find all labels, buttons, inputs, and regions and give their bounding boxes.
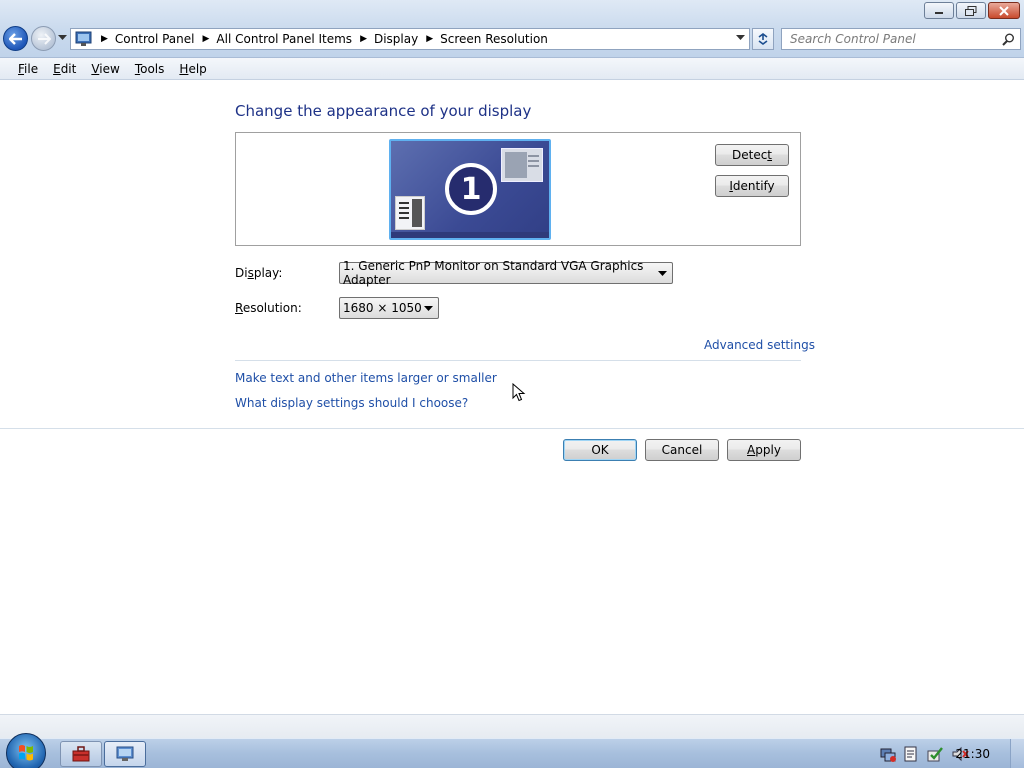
menu-view[interactable]: View: [91, 62, 119, 76]
clock[interactable]: 21:30: [955, 747, 990, 761]
chevron-right-icon: ▶: [101, 34, 108, 44]
breadcrumb-display[interactable]: ▶ Display: [352, 32, 418, 46]
menu-edit[interactable]: Edit: [53, 62, 76, 76]
menu-help[interactable]: Help: [179, 62, 206, 76]
search-box[interactable]: [781, 28, 1021, 50]
ok-button[interactable]: OK: [563, 439, 637, 461]
navigation-row: ▶ Control Panel ▶ All Control Panel Item…: [0, 24, 1024, 54]
menu-bar: File Edit View Tools Help: [0, 58, 1024, 80]
chevron-right-icon: ▶: [426, 34, 434, 44]
minimize-icon: [935, 11, 943, 14]
resolution-dropdown[interactable]: 1680 × 1050: [339, 297, 439, 319]
breadcrumb-screen-resolution[interactable]: ▶ Screen Resolution: [418, 32, 548, 46]
control-panel-icon: [75, 31, 92, 46]
display-settings-icon: [116, 746, 134, 761]
window-thumbnail-icon: [501, 148, 543, 182]
toolbox-icon: [72, 746, 90, 762]
taskbar-app-toolbox[interactable]: [60, 741, 102, 767]
window-controls: [924, 2, 1020, 19]
advanced-settings-link[interactable]: Advanced settings: [704, 338, 815, 352]
chevron-down-icon[interactable]: [736, 35, 745, 41]
minimize-button[interactable]: [924, 2, 954, 19]
show-desktop-button[interactable]: [1010, 739, 1024, 768]
chevron-right-icon: ▶: [202, 34, 210, 44]
breadcrumb-all-items[interactable]: ▶ All Control Panel Items: [195, 32, 353, 46]
cancel-button[interactable]: Cancel: [645, 439, 719, 461]
detect-button[interactable]: Detec t: [715, 144, 789, 166]
network-icon[interactable]: [880, 746, 896, 762]
document-icon[interactable]: [904, 746, 918, 762]
main-content: Change the appearance of your display 1 …: [0, 81, 1024, 714]
restore-button[interactable]: [956, 2, 986, 19]
search-input[interactable]: [790, 32, 1000, 46]
search-icon[interactable]: [1002, 33, 1015, 46]
chevron-down-icon: [424, 306, 433, 311]
start-button[interactable]: [6, 733, 46, 768]
identify-button[interactable]: Identify: [715, 175, 789, 197]
arrow-right-icon: [37, 32, 51, 45]
back-button[interactable]: [3, 26, 28, 51]
chevron-right-icon: ▶: [360, 34, 367, 44]
document-thumbnail-icon: [395, 196, 425, 230]
arrow-left-icon: [8, 32, 22, 45]
chevron-down-icon: [658, 271, 667, 276]
action-center-icon[interactable]: [926, 746, 944, 762]
close-button[interactable]: [988, 2, 1020, 19]
menu-tools[interactable]: Tools: [135, 62, 165, 76]
mouse-cursor-icon: [512, 383, 526, 402]
monitor-taskbar-strip: [391, 232, 549, 238]
menu-file[interactable]: File: [18, 62, 38, 76]
resolution-label: Resolution:: [235, 301, 302, 315]
window-titlebar: ▶ Control Panel ▶ All Control Panel Item…: [0, 0, 1024, 58]
page-title: Change the appearance of your display: [235, 102, 532, 120]
text-size-link[interactable]: Make text and other items larger or smal…: [235, 371, 497, 385]
refresh-button[interactable]: [752, 28, 774, 50]
forward-button[interactable]: [31, 26, 56, 51]
recent-pages-icon[interactable]: [58, 35, 67, 41]
display-preview-panel: 1 Detec t Identify: [235, 132, 801, 246]
window-bottom-band: [0, 714, 1024, 738]
address-bar[interactable]: ▶ Control Panel ▶ All Control Panel Item…: [70, 28, 750, 50]
footer-divider: [0, 428, 1024, 429]
monitor-1-tile[interactable]: 1: [389, 139, 551, 240]
display-dropdown[interactable]: 1. Generic PnP Monitor on Standard VGA G…: [339, 259, 673, 287]
taskbar: 21:30: [0, 733, 1024, 768]
refresh-icon: [758, 33, 768, 45]
taskbar-app-control-panel[interactable]: [104, 741, 146, 767]
section-divider: [235, 360, 801, 361]
breadcrumb-control-panel[interactable]: ▶ Control Panel: [93, 32, 195, 46]
monitor-number-badge: 1: [445, 163, 497, 215]
display-label: Display:: [235, 266, 283, 280]
display-settings-help-link[interactable]: What display settings should I choose?: [235, 396, 468, 410]
close-icon: [999, 5, 1009, 16]
restore-icon: [965, 5, 977, 16]
windows-logo-icon: [19, 745, 33, 761]
apply-button[interactable]: Apply: [727, 439, 801, 461]
